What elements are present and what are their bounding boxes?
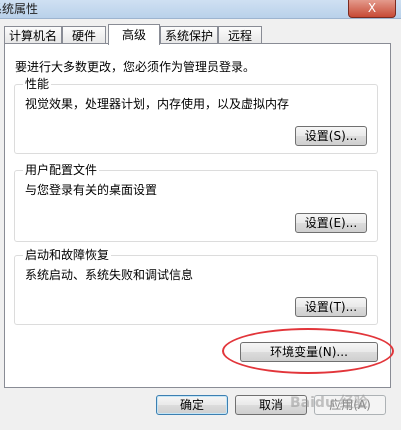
tab-hardware[interactable]: 硬件 (62, 26, 106, 44)
tab-bar: 计算机名 硬件 高级 系统保护 远程 (0, 24, 401, 45)
title-bar: 系统属性 X (0, 0, 401, 19)
tab-system-protection[interactable]: 系统保护 (160, 26, 218, 44)
user-profiles-settings-button[interactable]: 设置(E)... (295, 213, 367, 233)
performance-desc: 视觉效果，处理器计划，内存使用，以及虚拟内存 (25, 97, 290, 111)
user-profiles-title: 用户配置文件 (23, 161, 100, 178)
window-title: 系统属性 (0, 2, 39, 16)
highlight-ellipse (222, 328, 394, 374)
startup-recovery-title: 启动和故障恢复 (23, 246, 112, 263)
user-profiles-desc: 与您登录有关的桌面设置 (25, 183, 158, 197)
performance-settings-button[interactable]: 设置(S)... (295, 126, 367, 146)
tab-remote[interactable]: 远程 (218, 26, 262, 44)
startup-recovery-settings-button[interactable]: 设置(T)... (295, 297, 367, 317)
close-button[interactable]: X (348, 0, 396, 18)
admin-note: 要进行大多数更改，您必须作为管理员登录。 (15, 60, 256, 74)
tab-advanced[interactable]: 高级 (108, 24, 160, 45)
ok-button[interactable]: 确定 (156, 395, 228, 415)
close-icon: X (367, 1, 377, 15)
tab-computer-name[interactable]: 计算机名 (4, 26, 62, 44)
watermark: Baidu 经验 (290, 395, 368, 411)
startup-recovery-desc: 系统启动、系统失败和调试信息 (25, 268, 194, 282)
performance-title: 性能 (23, 75, 52, 92)
